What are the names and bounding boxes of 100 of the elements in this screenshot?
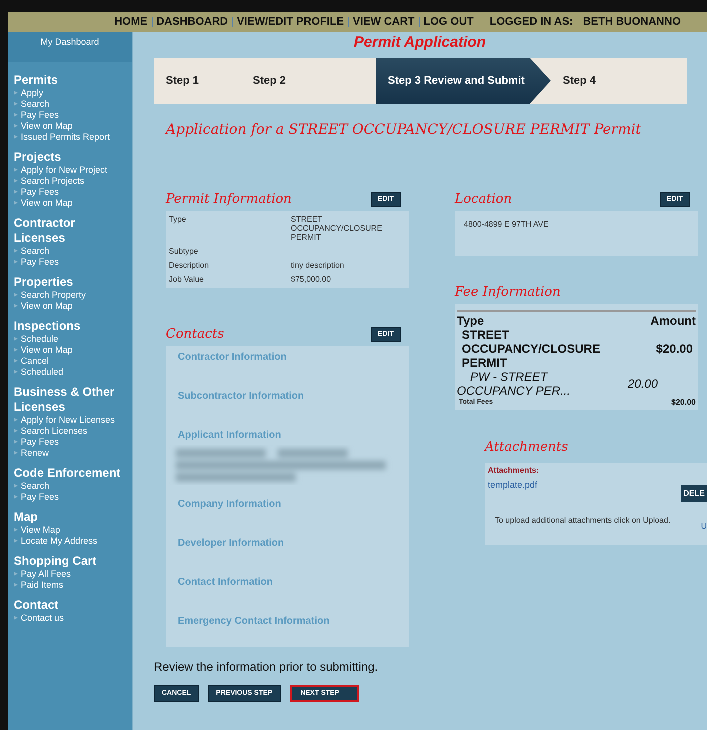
sidebar-link[interactable]: View Map <box>21 525 60 536</box>
contact-link[interactable]: Company Information <box>178 499 397 510</box>
bullet-icon <box>14 451 18 455</box>
upload-note: To upload additional attachments click on Upload. <box>495 516 671 527</box>
bullet-icon <box>14 495 18 499</box>
contact-link[interactable]: Contact Information <box>178 577 397 588</box>
sidebar-heading: Code Enforcement <box>14 466 122 481</box>
fee-amount: $20.00 <box>656 342 694 356</box>
sidebar-link[interactable]: Cancel <box>21 356 50 367</box>
bullet-icon <box>14 583 18 587</box>
page-title: Permit Application <box>353 34 487 53</box>
sidebar-link[interactable]: Pay Fees <box>21 187 60 198</box>
sidebar-link[interactable]: Issued Permits Report <box>21 132 110 143</box>
bullet-icon <box>14 124 18 128</box>
sidebar-link[interactable]: Pay Fees <box>21 437 60 448</box>
file-link[interactable]: template.pdf <box>488 480 538 490</box>
sidebar-link[interactable]: Pay Fees <box>21 110 60 121</box>
sidebar-link[interactable]: View on Map <box>21 121 73 132</box>
contact-link[interactable]: Emergency Contact Information <box>178 616 397 627</box>
sidebar-heading: Map <box>14 510 39 525</box>
application-heading: Application for a STREET OCCUPANCY/CLOSURE PERMIT Permit <box>166 122 642 138</box>
contact-link[interactable]: Contractor Information <box>178 352 397 363</box>
sidebar-link[interactable]: Search <box>21 246 50 257</box>
nav-link[interactable]: LOG OUT <box>424 16 474 28</box>
fee-line-type: PW - STREET OCCUPANCY PER... <box>457 370 572 398</box>
nav-link[interactable]: DASHBOARD <box>156 16 228 28</box>
sidebar-heading: Contact <box>14 598 60 613</box>
step-tab[interactable]: Step 4 <box>551 58 687 104</box>
column-header: Type <box>457 314 484 328</box>
bullet-icon <box>14 168 18 172</box>
nav-link[interactable]: VIEW/EDIT PROFILE <box>237 16 344 28</box>
sidebar-link[interactable]: Locate My Address <box>21 536 98 547</box>
bullet-icon <box>14 102 18 106</box>
field-value: STREET OCCUPANCY/CLOSURE PERMIT <box>291 215 384 242</box>
sidebar-link[interactable]: Apply <box>21 88 44 99</box>
field-label: Job Value <box>169 275 205 284</box>
bullet-icon <box>14 429 18 433</box>
field-value: $75,000.00 <box>291 275 332 284</box>
field-label: Type <box>169 215 188 226</box>
attachments-label: Attachments: <box>488 466 540 475</box>
section-heading: Permit Information <box>166 192 292 207</box>
section-heading: Location <box>455 192 512 207</box>
sidebar-link[interactable]: Search Property <box>21 290 86 301</box>
sidebar-link[interactable]: Contact us <box>21 613 64 624</box>
sidebar-link[interactable]: Schedule <box>21 334 59 345</box>
nav-link[interactable]: HOME <box>114 16 148 28</box>
nav-link[interactable]: VIEW CART <box>353 16 415 28</box>
sidebar-link[interactable]: Pay Fees <box>21 257 60 268</box>
sidebar-heading: Permits <box>14 73 60 88</box>
section-heading: Attachments <box>485 440 570 455</box>
sidebar-link[interactable]: View on Map <box>21 345 73 356</box>
nav-separator <box>152 17 153 27</box>
sidebar-link[interactable]: Apply for New Project <box>21 165 108 176</box>
logged-in-label: LOGGED IN AS: <box>490 16 574 28</box>
section-heading: Contacts <box>166 327 224 342</box>
bullet-icon <box>14 249 18 253</box>
step-tab[interactable]: Step 1 <box>154 58 241 104</box>
bullet-icon <box>14 484 18 488</box>
step-tab[interactable]: Step 2 <box>241 58 376 104</box>
sidebar-link[interactable]: Paid Items <box>21 580 64 591</box>
fee-line-amount: 20.00 <box>628 377 659 391</box>
upload-link[interactable]: U <box>701 522 707 531</box>
bullet-icon <box>14 190 18 194</box>
field-value: tiny description <box>291 261 346 270</box>
sidebar-link[interactable]: Search Licenses <box>21 426 88 437</box>
contact-link[interactable]: Applicant Information <box>178 430 397 441</box>
bullet-icon <box>14 293 18 297</box>
sidebar-link[interactable]: Pay All Fees <box>21 569 72 580</box>
sidebar-link[interactable]: View on Map <box>21 198 73 209</box>
sidebar-link[interactable]: Search <box>21 481 50 492</box>
bullet-icon <box>14 528 18 532</box>
sidebar-link[interactable]: Pay Fees <box>21 492 60 503</box>
sidebar-heading: Contractor Licenses <box>14 216 76 246</box>
field-label: Subtype <box>169 247 200 256</box>
bullet-icon <box>14 359 18 363</box>
sidebar-link[interactable]: Scheduled <box>21 367 64 378</box>
nav-separator <box>232 17 234 27</box>
address-text: 4800-4899 E 97TH AVE <box>463 219 550 231</box>
bullet-icon <box>14 337 18 341</box>
bullet-icon <box>14 91 18 95</box>
nav-separator <box>348 17 350 27</box>
step-tab[interactable]: Step 3 Review and Submit <box>376 58 551 104</box>
bullet-icon <box>14 179 18 183</box>
sidebar-heading: Inspections <box>14 319 82 334</box>
bullet-icon <box>14 260 18 264</box>
bullet-icon <box>14 348 18 352</box>
sidebar-link[interactable]: View on Map <box>21 301 73 312</box>
bullet-icon <box>14 418 18 422</box>
sidebar-link[interactable]: Search <box>21 99 50 110</box>
sidebar-link[interactable]: Renew <box>21 448 50 459</box>
delete-button[interactable]: DELE <box>680 485 707 502</box>
field-label: Description <box>169 261 210 270</box>
sidebar-link[interactable]: Search Projects <box>21 176 85 187</box>
contact-link[interactable]: Developer Information <box>178 538 397 549</box>
dashboard-link[interactable]: My Dashboard <box>8 32 132 62</box>
sidebar-link[interactable]: Apply for New Licenses <box>21 415 116 426</box>
review-note: Review the information prior to submitting. <box>154 660 380 674</box>
contact-link[interactable]: Subcontractor Information <box>178 391 397 402</box>
sidebar-heading: Properties <box>14 275 74 290</box>
bullet-icon <box>14 539 18 543</box>
